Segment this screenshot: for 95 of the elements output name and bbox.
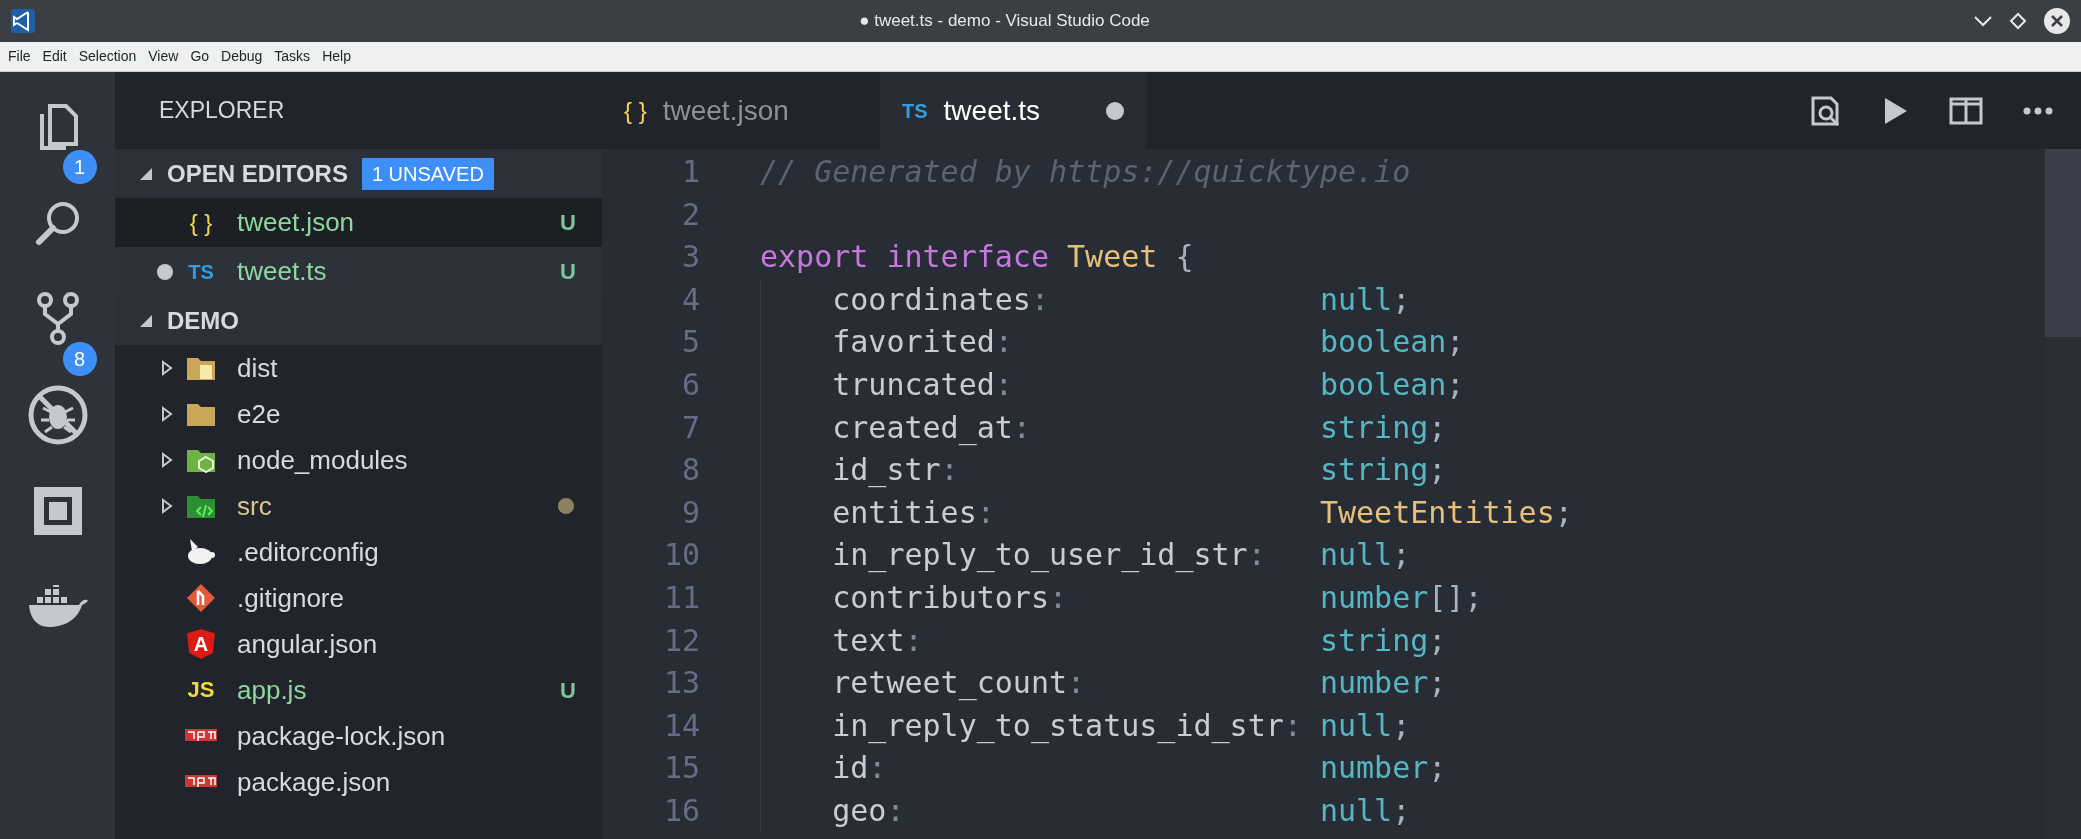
code-line: favorited: boolean; [760,321,1465,364]
tree-item[interactable]: A angular.json [115,621,602,667]
collapsed-caret-icon[interactable] [161,360,173,376]
line-number: 10 [662,536,700,575]
menu-item[interactable]: Selection [78,46,137,67]
line-number: 14 [662,706,700,745]
folder-icon [186,355,216,381]
code-line: retweet_count: number; [760,662,1447,705]
line-number: 6 [680,365,700,404]
line-number: 13 [662,664,700,703]
menu-item[interactable]: File [8,46,31,67]
no-bug-icon[interactable] [26,384,89,446]
line-number: 15 [662,749,700,788]
line-number: 16 [662,791,700,830]
code-line: created_at: string; [760,406,1447,450]
code-line: in_reply_to_user_id_str: null; [760,534,1411,577]
tree-item[interactable]: src [115,483,602,529]
branch-icon[interactable] [35,291,80,347]
line-number: 11 [662,578,700,617]
ts-icon: TS [188,261,214,282]
code-line: export interface Tweet { [760,238,1194,277]
folder-icon [186,447,216,473]
tree-item[interactable]: JS app.js U [115,667,602,713]
menu-item[interactable]: Go [190,46,210,67]
section-header[interactable]: DEMO [115,296,602,345]
line-number: 12 [662,621,700,660]
line-number: 8 [680,451,700,490]
open-editor-item[interactable]: TS tweet.ts U [115,247,602,296]
scrollbar-thumb[interactable] [2045,149,2081,337]
tree-item[interactable]: .editorconfig [115,529,602,575]
tree-item[interactable]: package-lock.json [115,713,602,759]
run-icon[interactable] [1883,95,1909,126]
braces-icon: { } [189,210,213,235]
menu-item[interactable]: Edit [42,46,67,67]
editor-tab[interactable]: { } tweet.json [602,72,880,149]
line-number: 4 [680,280,700,319]
expanded-caret-icon[interactable] [139,313,153,328]
section-header[interactable]: OPEN EDITORS 1 UNSAVED [115,149,602,198]
folder-icon [186,493,216,519]
code-line: // Generated by https://quicktype.io [760,153,1411,191]
angular-icon: A [187,629,215,659]
line-number: 2 [680,195,700,234]
npm-icon [185,729,217,743]
tree-item[interactable]: .gitignore [115,575,602,621]
count-badge: 1 [62,150,97,184]
mouse-icon [186,537,216,567]
code-line: in_reply_to_status_id_str: null; [760,704,1411,748]
npm-icon [185,775,217,789]
code-line: id_str: string; [760,449,1447,492]
tree-item[interactable]: package.json [115,759,602,805]
app-logo-icon [10,8,36,34]
ts-icon: TS [902,100,928,121]
code-line: text: string; [760,619,1447,663]
unsaved-badge: 1 UNSAVED [361,157,494,190]
git-status: U [560,209,576,237]
expanded-caret-icon[interactable] [139,166,153,181]
tree-item[interactable]: e2e [115,391,602,437]
git-status: U [560,676,576,705]
code-line: coordinates: null; [760,278,1411,322]
editor-tab[interactable]: TS tweet.ts [880,72,1146,149]
minimize-chevron-icon[interactable] [1973,14,1993,28]
menu-item[interactable]: View [148,46,179,67]
line-number: 3 [680,238,700,277]
collapsed-caret-icon[interactable] [161,452,173,468]
collapsed-caret-icon[interactable] [161,406,173,422]
folder-icon [186,401,216,427]
sidebar-title: EXPLORER [159,96,285,126]
code-line: truncated: boolean; [760,363,1465,407]
window-title: ● tweet.ts - demo - Visual Studio Code [859,10,1150,33]
tree-item[interactable]: node_modules [115,437,602,483]
more-icon[interactable] [2023,106,2053,115]
whale-icon[interactable] [26,585,89,629]
menu-item[interactable]: Debug [221,46,263,67]
code-line: contributors: number[]; [760,576,1483,620]
git-status: U [560,258,576,286]
js-icon: JS [187,679,215,701]
code-line: geo: null; [760,789,1411,833]
line-number: 5 [680,323,700,362]
line-number: 7 [680,408,700,447]
close-icon[interactable] [2043,7,2071,35]
split-editor-icon[interactable] [1949,96,1983,125]
tree-item[interactable]: dist [115,345,602,391]
count-badge: 8 [62,342,97,376]
code-line: entities: TweetEntities; [760,491,1573,535]
code-line: id: number; [760,747,1447,790]
extensions-icon[interactable] [31,485,84,537]
menu-item[interactable]: Tasks [274,46,311,67]
line-number: 1 [680,153,700,191]
line-number: 9 [680,493,700,532]
open-editor-item[interactable]: { } tweet.json U [115,198,602,247]
braces-icon: { } [624,98,647,123]
git-icon [186,583,216,613]
menu-item[interactable]: Help [322,46,351,67]
collapsed-caret-icon[interactable] [161,498,173,514]
diamond-icon[interactable] [2009,12,2027,30]
